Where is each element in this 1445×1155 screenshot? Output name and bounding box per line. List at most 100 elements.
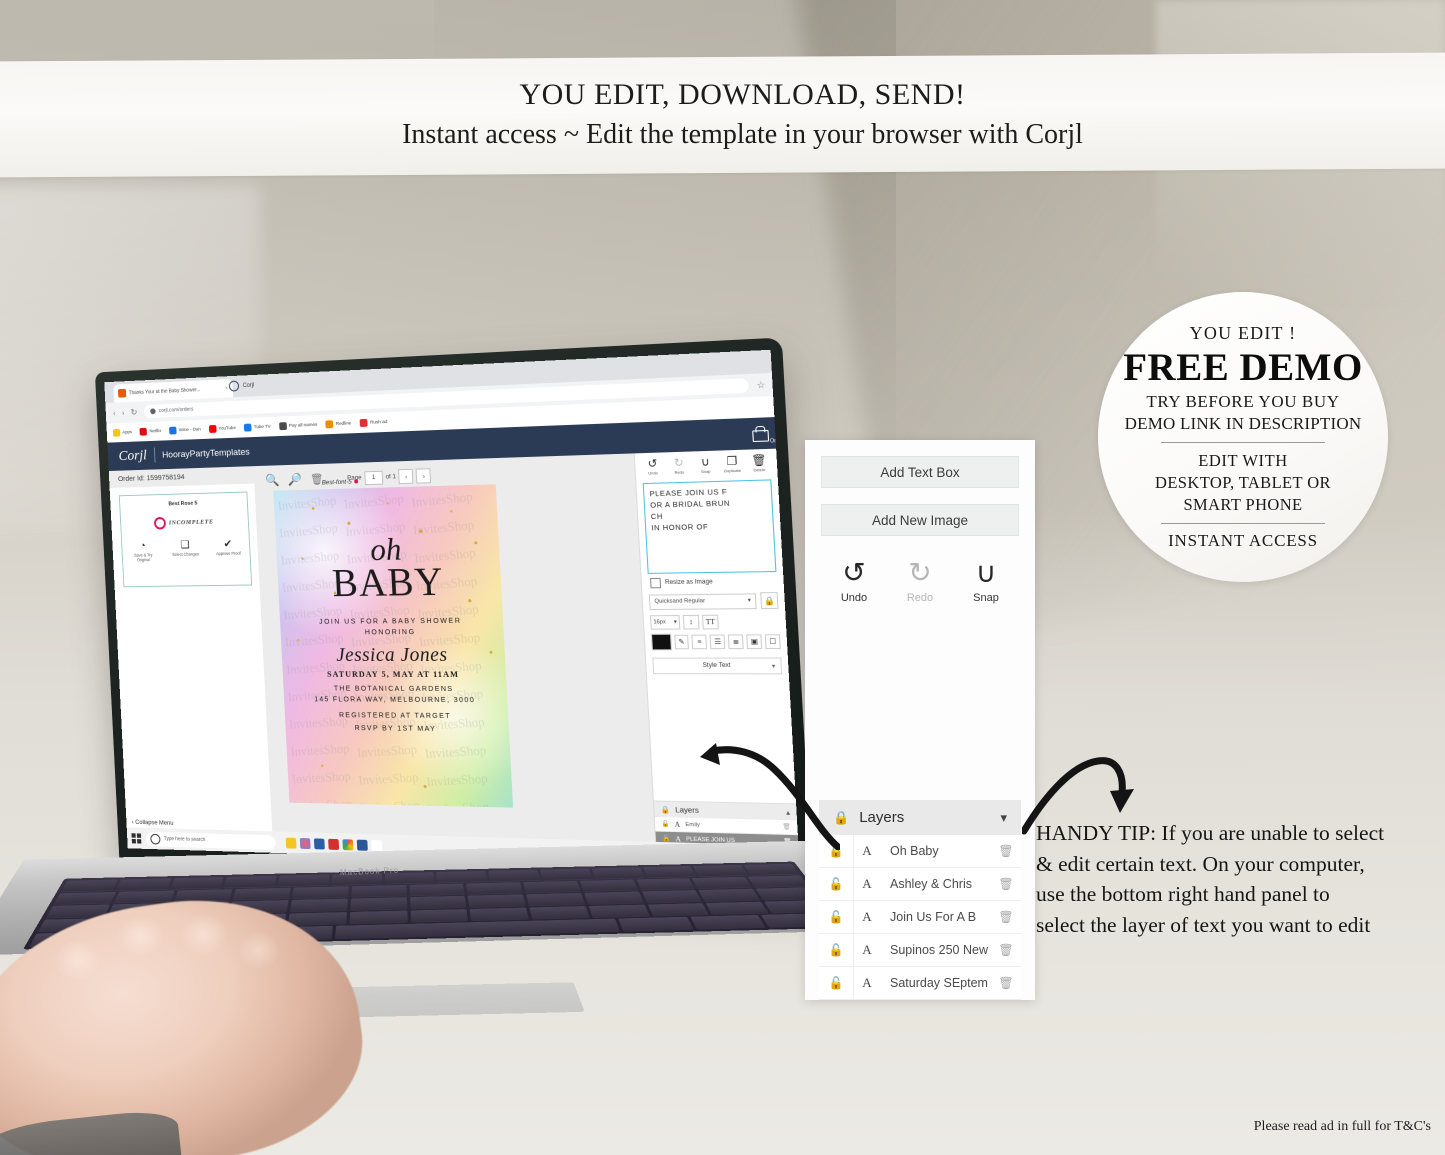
bookmark-item[interactable]: Pay all names: [279, 421, 318, 430]
acrobat-icon[interactable]: [328, 838, 339, 849]
editor-tool-label: Undo: [648, 471, 658, 475]
text-line: 145 FLORA WAY, MELBOURNE, 3000: [314, 693, 475, 705]
template-thumb-card[interactable]: Best Rose 5 INCOMPLETE ◔ Save & Try Origi…: [119, 492, 252, 588]
layer-lock-icon[interactable]: 🔓: [819, 968, 853, 999]
layer-delete-icon[interactable]: 🗑: [991, 902, 1021, 933]
star-icon[interactable]: ☆: [756, 379, 765, 391]
opacity-icon[interactable]: ▣: [746, 634, 762, 649]
editor-tool-duplicate[interactable]: ❐ Duplicate: [720, 456, 745, 473]
free-demo-badge: YOU EDIT ! FREE DEMO TRY BEFORE YOU BUY …: [1098, 292, 1388, 582]
word-icon[interactable]: [357, 839, 368, 850]
prev-page-button[interactable]: ‹: [398, 469, 413, 484]
layer-delete-icon[interactable]: 🗑: [991, 869, 1021, 900]
chrome-icon[interactable]: [342, 839, 353, 850]
bookmark-label: Pay all names: [289, 422, 318, 428]
text-color-swatch[interactable]: [651, 634, 671, 651]
collapse-menu-button[interactable]: ‹ Collapse Menu: [132, 819, 174, 827]
checkbox-icon: [650, 578, 661, 588]
invitation-canvas[interactable]: InvitesShop InvitesShop InvitesShop Invites…: [273, 484, 513, 807]
invitation-honoree: Jessica Jones: [336, 644, 449, 667]
resize-as-image-checkbox[interactable]: Resize as Image: [650, 576, 775, 588]
bookmark-item[interactable]: Netflix: [140, 427, 162, 435]
zoom-in-icon[interactable]: 🔍: [265, 473, 280, 488]
layer-lock-icon[interactable]: 🔓: [661, 820, 669, 827]
bookmark-item[interactable]: Rush ad: [360, 418, 388, 427]
zoom-out-icon[interactable]: 🔎: [287, 472, 302, 487]
layer-delete-icon[interactable]: 🗑: [991, 836, 1021, 867]
editor-tool-snap[interactable]: ∪ Snap: [693, 457, 717, 474]
line-height-icon[interactable]: ↕: [683, 615, 700, 630]
layer-row[interactable]: 🔓 A Supinos 250 New 🗑: [819, 934, 1021, 967]
chevron-down-icon[interactable]: ▾: [1000, 810, 1007, 826]
panel-tool-label: Snap: [973, 592, 999, 604]
layer-row[interactable]: 🔓 A Ashley & Chris 🗑: [819, 868, 1021, 901]
next-page-button[interactable]: ›: [416, 468, 431, 483]
page-input[interactable]: 1: [364, 470, 383, 484]
taskbar-search-input[interactable]: Type here to search: [146, 831, 276, 849]
bookmark-item[interactable]: Wine - Dan: [169, 426, 201, 435]
thumb-action[interactable]: ❑ Select Changes: [171, 540, 199, 562]
style-text-accordion[interactable]: Style Text ▾: [652, 657, 782, 674]
explorer-icon[interactable]: [286, 837, 297, 848]
keyboard-key: [706, 902, 769, 915]
layer-lock-icon[interactable]: 🔓: [819, 902, 853, 933]
tip-line-3: use the bottom right hand panel to: [1036, 879, 1445, 910]
photos-icon[interactable]: [300, 838, 311, 849]
bookmark-favicon-icon: [209, 425, 217, 433]
thumb-action[interactable]: ✔ Approve Proof: [214, 539, 243, 561]
text-content-textarea[interactable]: PLEASE JOIN US F OR A BRIDAL BRUN CH IN HON…: [643, 479, 777, 574]
keyboard-key: [170, 877, 224, 889]
divider: [154, 448, 156, 463]
browser-tab-corjl[interactable]: Corjl: [229, 380, 255, 392]
layer-row[interactable]: 🔓 A Saturday SEptem 🗑: [819, 967, 1021, 1000]
panel-tool-snap[interactable]: ∪ Snap: [965, 560, 1007, 604]
thumb-action[interactable]: ◔ Save & Try Original: [129, 541, 157, 563]
layer-lock-icon[interactable]: 🔓: [819, 869, 853, 900]
keyboard-key: [437, 871, 488, 882]
layer-lock-icon[interactable]: 🔓: [819, 935, 853, 966]
bookmark-favicon-icon: [326, 420, 334, 428]
font-size-select[interactable]: 16px ▾: [650, 615, 680, 630]
bold-italic-icon[interactable]: ≡: [692, 635, 708, 650]
font-family-select[interactable]: Quicksand Regular ▾: [649, 593, 757, 610]
store-icon[interactable]: [314, 838, 325, 849]
bookmark-item[interactable]: Apps: [113, 428, 132, 436]
layer-row[interactable]: 🔓 A Oh Baby 🗑: [819, 835, 1021, 868]
cortana-icon: [150, 833, 160, 844]
cart-icon[interactable]: [751, 426, 769, 441]
list-icon[interactable]: ≣: [728, 634, 744, 649]
windows-start-icon[interactable]: [131, 833, 141, 844]
back-icon[interactable]: ‹: [113, 408, 116, 418]
reload-icon[interactable]: ↻: [130, 407, 137, 418]
bookmark-item[interactable]: YouTube: [209, 424, 236, 433]
editor-tool-label: Redo: [674, 470, 684, 474]
bookmark-item[interactable]: Tube TV: [244, 423, 271, 432]
layer-type-icon: A: [853, 934, 880, 966]
invitation-venue: THE BOTANICAL GARDENS 145 FLORA WAY, MELB…: [313, 682, 475, 705]
keyboard-key: [466, 882, 522, 894]
keyboard-key: [409, 883, 465, 895]
font-lock-icon[interactable]: 🔒: [760, 592, 778, 609]
forward-icon[interactable]: ›: [122, 408, 125, 418]
more-icon[interactable]: ☐: [765, 634, 781, 649]
panel-tool-undo[interactable]: ↺ Undo: [833, 560, 875, 604]
add-text-box-button[interactable]: Add Text Box: [821, 456, 1019, 488]
layer-row[interactable]: 🔓 A Join Us For A B 🗑: [819, 901, 1021, 934]
align-icon[interactable]: ☰: [710, 635, 726, 650]
layer-delete-icon[interactable]: 🗑: [991, 935, 1021, 966]
editor-tool-undo[interactable]: ↺ Undo: [641, 459, 665, 476]
eyedropper-icon[interactable]: ✎: [674, 635, 690, 650]
mail-icon[interactable]: [371, 840, 382, 851]
invitation-text: oh BABY JOIN US FOR A BABY SHOWER HONORIN…: [273, 484, 513, 807]
letter-spacing-icon[interactable]: TT: [702, 615, 719, 630]
layers-header[interactable]: 🔒 Layers ▾: [819, 800, 1021, 835]
corjl-favicon-icon: [229, 381, 240, 392]
layer-delete-icon[interactable]: 🗑: [991, 968, 1021, 999]
undo-icon: ↺: [842, 560, 865, 588]
editor-tool-delete[interactable]: 🗑 Delete: [747, 455, 772, 473]
close-icon[interactable]: ×: [225, 385, 228, 391]
bookmark-item[interactable]: Redline: [326, 419, 352, 428]
template-name: Best Rose 5: [168, 501, 197, 508]
add-new-image-button[interactable]: Add New Image: [821, 504, 1019, 536]
invitation-date: SATURDAY 5, MAY AT 11AM: [327, 669, 459, 678]
